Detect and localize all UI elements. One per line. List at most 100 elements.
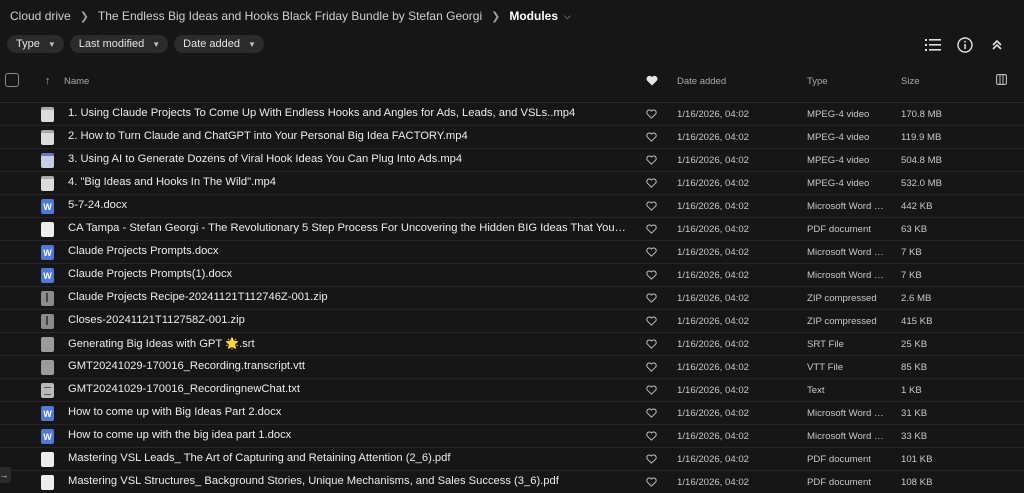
table-row[interactable]: 1. Using Claude Projects To Come Up With… — [0, 102, 1024, 125]
favourite-heart-icon[interactable] — [646, 154, 658, 166]
filter-last-modified[interactable]: Last modified ▼ — [69, 35, 169, 53]
table-header: ↑ Name Date added Type Size — [0, 72, 1024, 94]
file-name[interactable]: How to come up with Big Ideas Part 2.doc… — [68, 406, 628, 418]
breadcrumb-bundle-folder[interactable]: The Endless Big Ideas and Hooks Black Fr… — [98, 9, 482, 23]
table-row[interactable]: GMT20241029-170016_Recording.transcript.… — [0, 355, 1024, 378]
columns-settings-icon[interactable] — [996, 74, 1007, 88]
favourite-heart-icon[interactable] — [646, 108, 658, 120]
table-row[interactable]: 4. "Big Ideas and Hooks In The Wild".mp4… — [0, 171, 1024, 194]
file-name[interactable]: Closes-20241121T112758Z-001.zip — [68, 314, 628, 326]
file-type: Microsoft Word d... — [807, 201, 887, 212]
file-date-added: 1/16/2026, 04:02 — [677, 477, 750, 488]
favourite-heart-icon[interactable] — [646, 315, 658, 327]
file-date-added: 1/16/2026, 04:02 — [677, 362, 750, 373]
chevron-double-up-icon[interactable] — [988, 36, 1006, 54]
favourite-heart-icon[interactable] — [646, 292, 658, 304]
file-name[interactable]: 2. How to Turn Claude and ChatGPT into Y… — [68, 130, 628, 142]
chevron-down-icon: ▼ — [152, 39, 161, 49]
breadcrumb-cloud-drive[interactable]: Cloud drive — [10, 9, 71, 23]
favourite-heart-icon[interactable] — [646, 476, 658, 488]
info-icon[interactable] — [956, 36, 974, 54]
chevron-down-icon: ▼ — [248, 39, 256, 49]
table-row[interactable]: W 5-7-24.docx 1/16/2026, 04:02 Microsoft Wo… — [0, 194, 1024, 217]
file-size: 101 KB — [901, 454, 933, 465]
file-date-added: 1/16/2026, 04:02 — [677, 224, 750, 235]
video-file-icon — [41, 130, 54, 145]
file-name[interactable]: GMT20241029-170016_Recording.transcript.… — [68, 360, 628, 372]
file-date-added: 1/16/2026, 04:02 — [677, 316, 750, 327]
filter-type[interactable]: Type ▼ — [7, 35, 64, 53]
file-size: 442 KB — [901, 201, 933, 212]
file-name[interactable]: 5-7-24.docx — [68, 199, 628, 211]
file-name[interactable]: Claude Projects Prompts(1).docx — [68, 268, 628, 280]
video-file-icon — [41, 107, 54, 122]
file-name[interactable]: 3. Using AI to Generate Dozens of Viral … — [68, 153, 628, 165]
file-date-added: 1/16/2026, 04:02 — [677, 408, 750, 419]
file-type: MPEG-4 video — [807, 109, 870, 120]
favourite-heart-icon[interactable] — [646, 75, 658, 89]
file-type: Microsoft Word d... — [807, 270, 887, 281]
table-row[interactable]: W How to come up with the big idea part 1… — [0, 424, 1024, 447]
file-name[interactable]: Claude Projects Prompts.docx — [68, 245, 628, 257]
favourite-heart-icon[interactable] — [646, 430, 658, 442]
file-name[interactable]: Mastering VSL Leads_ The Art of Capturin… — [68, 452, 628, 464]
table-row[interactable]: CA Tampa - Stefan Georgi - The Revolutio… — [0, 217, 1024, 240]
table-row[interactable]: Closes-20241121T112758Z-001.zip 1/16/2026… — [0, 309, 1024, 332]
file-name[interactable]: 1. Using Claude Projects To Come Up With… — [68, 107, 628, 119]
favourite-heart-icon[interactable] — [646, 131, 658, 143]
column-header-name[interactable]: Name — [64, 76, 89, 87]
file-date-added: 1/16/2026, 04:02 — [677, 132, 750, 143]
file-name[interactable]: Generating Big Ideas with GPT 🌟.srt — [68, 337, 628, 350]
word-document-icon: W — [41, 406, 54, 421]
filter-date-added[interactable]: Date added ▼ — [174, 35, 264, 53]
table-row[interactable]: GMT20241029-170016_RecordingnewChat.txt 1… — [0, 378, 1024, 401]
column-header-type[interactable]: Type — [807, 76, 828, 87]
file-type: Microsoft Word d... — [807, 247, 887, 258]
file-name[interactable]: GMT20241029-170016_RecordingnewChat.txt — [68, 383, 628, 395]
file-type: MPEG-4 video — [807, 178, 870, 189]
chevron-down-icon[interactable]: ⌵ — [564, 11, 571, 22]
favourite-heart-icon[interactable] — [646, 269, 658, 281]
subtitle-file-icon — [41, 337, 54, 352]
file-name[interactable]: Mastering VSL Structures_ Background Sto… — [68, 475, 628, 487]
table-row[interactable]: W Claude Projects Prompts(1).docx 1/16/202… — [0, 263, 1024, 286]
favourite-heart-icon[interactable] — [646, 453, 658, 465]
favourite-heart-icon[interactable] — [646, 407, 658, 419]
favourite-heart-icon[interactable] — [646, 338, 658, 350]
column-header-size[interactable]: Size — [901, 76, 919, 87]
favourite-heart-icon[interactable] — [646, 200, 658, 212]
table-row[interactable]: Mastering VSL Structures_ Background Sto… — [0, 470, 1024, 493]
table-row[interactable]: Generating Big Ideas with GPT 🌟.srt 1/16/… — [0, 332, 1024, 355]
list-view-icon[interactable] — [924, 36, 942, 54]
sort-arrow-up-icon[interactable]: ↑ — [45, 75, 51, 87]
favourite-heart-icon[interactable] — [646, 223, 658, 235]
favourite-heart-icon[interactable] — [646, 246, 658, 258]
table-row[interactable]: 3. Using AI to Generate Dozens of Viral … — [0, 148, 1024, 171]
file-type: Microsoft Word d... — [807, 431, 887, 442]
file-name[interactable]: CA Tampa - Stefan Georgi - The Revolutio… — [68, 222, 628, 234]
breadcrumb: Cloud drive ❯ The Endless Big Ideas and … — [10, 8, 571, 24]
table-row[interactable]: W Claude Projects Prompts.docx 1/16/2026, … — [0, 240, 1024, 263]
column-header-date-added[interactable]: Date added — [677, 76, 726, 87]
side-panel-toggle-icon[interactable]: → — [0, 467, 11, 483]
table-row[interactable]: W How to come up with Big Ideas Part 2.do… — [0, 401, 1024, 424]
favourite-heart-icon[interactable] — [646, 361, 658, 373]
file-size: 33 KB — [901, 431, 928, 442]
text-file-icon — [41, 383, 54, 398]
file-name[interactable]: Claude Projects Recipe-20241121T112746Z-… — [68, 291, 628, 303]
file-name[interactable]: How to come up with the big idea part 1.… — [68, 429, 628, 441]
favourite-heart-icon[interactable] — [646, 384, 658, 396]
table-row[interactable]: 2. How to Turn Claude and ChatGPT into Y… — [0, 125, 1024, 148]
breadcrumb-current-folder[interactable]: Modules — [509, 9, 558, 23]
filter-label: Date added — [183, 38, 241, 50]
table-row[interactable]: Mastering VSL Leads_ The Art of Capturin… — [0, 447, 1024, 470]
select-all-checkbox[interactable] — [5, 73, 19, 87]
table-row[interactable]: Claude Projects Recipe-20241121T112746Z-… — [0, 286, 1024, 309]
file-type: MPEG-4 video — [807, 132, 870, 143]
file-date-added: 1/16/2026, 04:02 — [677, 431, 750, 442]
video-file-icon — [41, 153, 54, 168]
file-size: 25 KB — [901, 339, 928, 350]
file-size: 7 KB — [901, 247, 922, 258]
favourite-heart-icon[interactable] — [646, 177, 658, 189]
file-name[interactable]: 4. "Big Ideas and Hooks In The Wild".mp4 — [68, 176, 628, 188]
